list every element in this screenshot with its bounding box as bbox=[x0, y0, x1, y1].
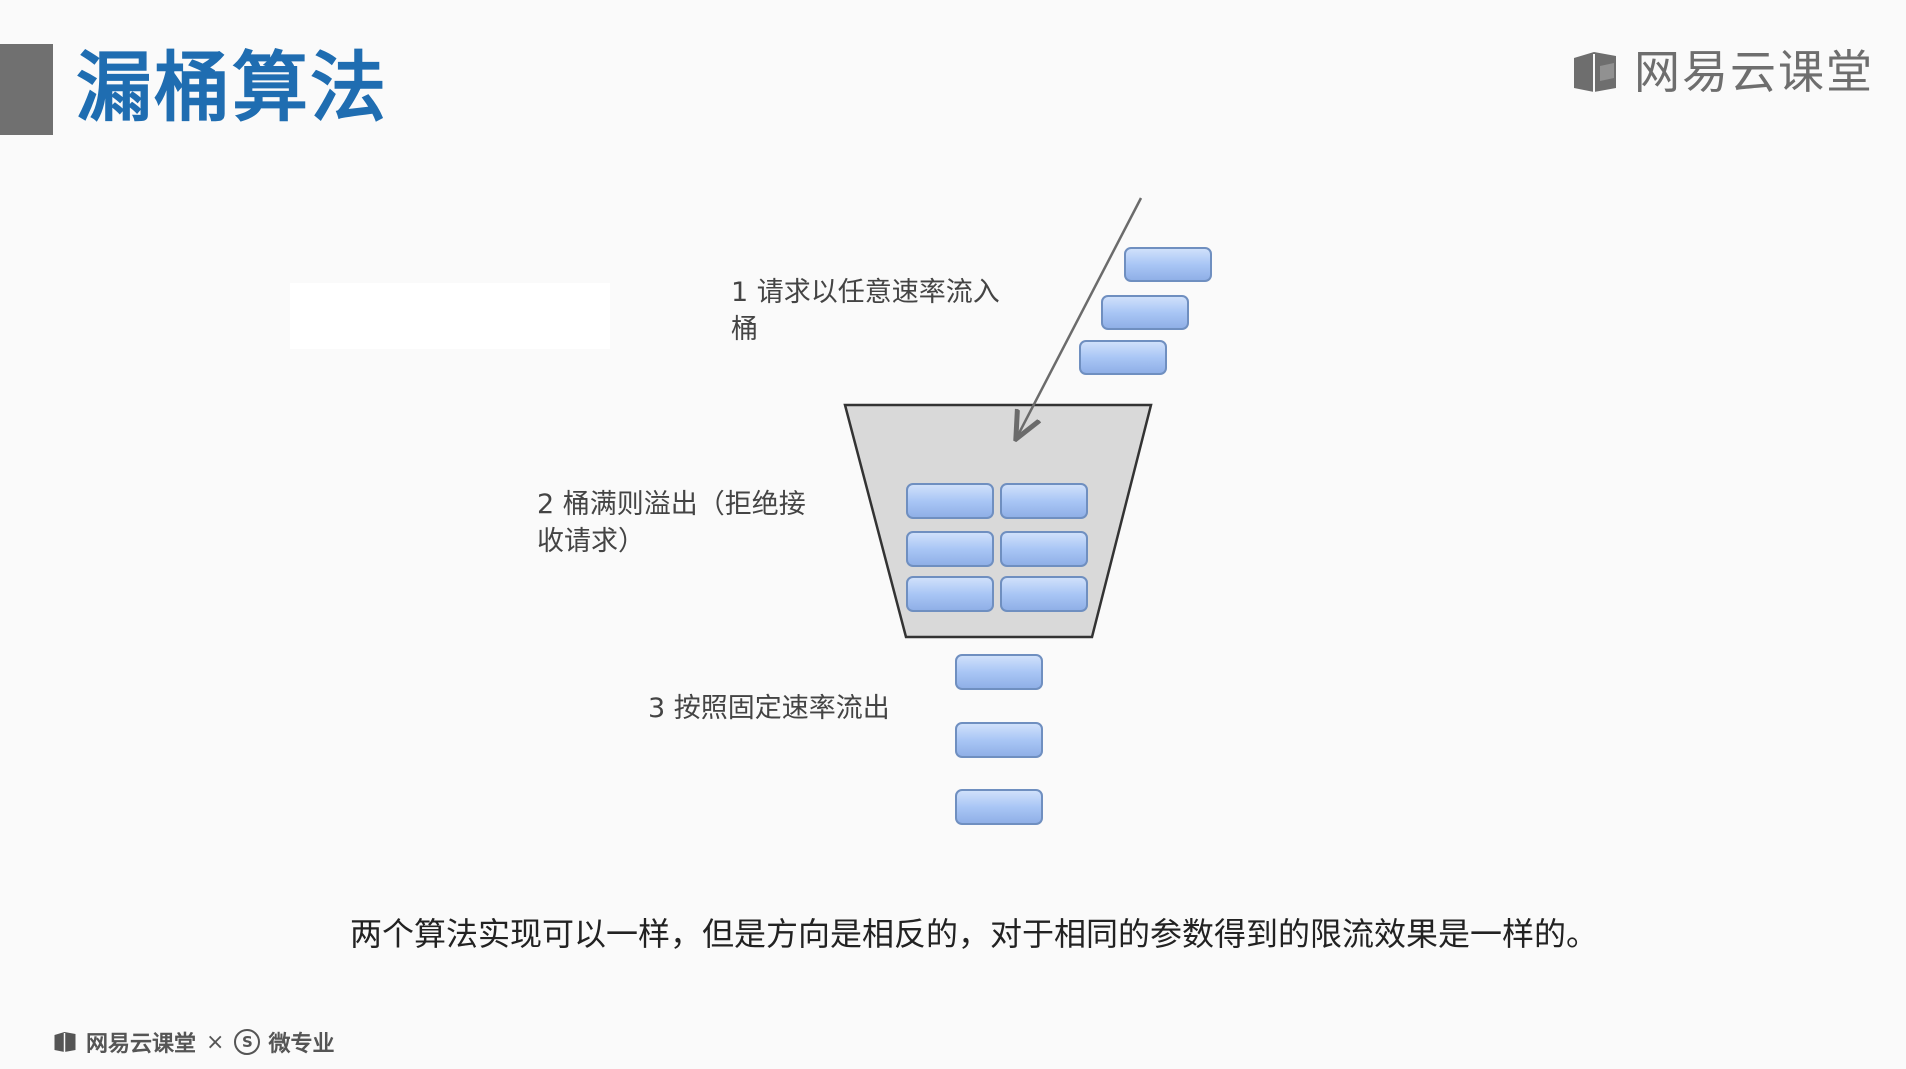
footer-partner: 微专业 bbox=[268, 1032, 335, 1057]
request-block bbox=[955, 789, 1043, 825]
step1-label: 1 请求以任意速率流入 桶 bbox=[731, 277, 1000, 345]
leaky-bucket-diagram bbox=[843, 197, 1212, 825]
request-block bbox=[1000, 576, 1088, 612]
step2-label: 2 桶满则溢出（拒绝接 收请求） bbox=[537, 489, 806, 557]
request-block bbox=[906, 483, 994, 519]
incoming-requests bbox=[1079, 247, 1212, 375]
request-block bbox=[1000, 483, 1088, 519]
request-block bbox=[1124, 247, 1212, 282]
footer: 网易云课堂 × S 微专业 bbox=[52, 1026, 334, 1058]
request-block bbox=[955, 722, 1043, 758]
step3-label: 3 按照固定速率流出 bbox=[648, 693, 890, 724]
request-block bbox=[1101, 295, 1189, 330]
request-block bbox=[906, 531, 994, 567]
footer-brand: 网易云课堂 bbox=[86, 1032, 197, 1057]
request-block bbox=[906, 576, 994, 612]
bucket bbox=[843, 403, 1153, 639]
caption: 两个算法实现可以一样，但是方向是相反的，对于相同的参数得到的限流效果是一样的。 bbox=[350, 915, 1599, 953]
request-block bbox=[1000, 531, 1088, 567]
footer-separator: × bbox=[206, 1029, 225, 1055]
request-block bbox=[955, 654, 1043, 690]
outgoing-requests bbox=[955, 654, 1043, 825]
request-block bbox=[1079, 340, 1167, 375]
book-icon bbox=[54, 1032, 76, 1052]
partner-seal-icon: S bbox=[234, 1029, 261, 1055]
